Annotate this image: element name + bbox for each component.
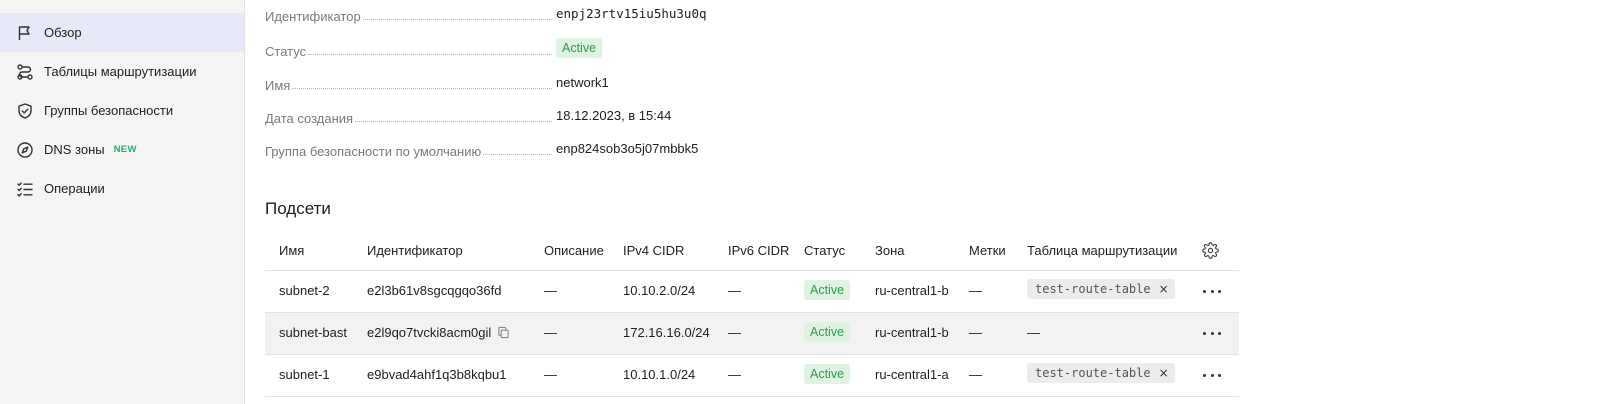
column-header-description[interactable]: Описание xyxy=(544,243,604,258)
cell-description: — xyxy=(544,367,557,382)
list-check-icon xyxy=(16,180,34,198)
sidebar-item-route-tables[interactable]: Таблицы маршрутизации xyxy=(0,52,244,91)
sidebar-item-label: DNS зоны xyxy=(44,142,105,157)
sidebar-item-overview[interactable]: Обзор xyxy=(0,13,244,52)
section-title-subnets: Подсети xyxy=(265,199,331,218)
status-badge: Active xyxy=(804,280,851,300)
more-actions-icon[interactable] xyxy=(1203,368,1221,382)
route-table-tag[interactable]: test-route-table × xyxy=(1027,279,1175,299)
cell-ipv6: — xyxy=(728,325,741,340)
sidebar: Обзор Таблицы маршрутизации Группы безоп… xyxy=(0,0,245,404)
cell-name[interactable]: subnet-1 xyxy=(279,367,330,382)
compass-icon xyxy=(16,141,34,159)
cell-name[interactable]: subnet-2 xyxy=(279,283,330,298)
cell-description: — xyxy=(544,283,557,298)
prop-label: Статус xyxy=(265,44,307,59)
cell-zone: ru-central1-b xyxy=(875,325,949,340)
column-header-route-table[interactable]: Таблица маршрутизации xyxy=(1027,243,1177,258)
cell-ipv4: 172.16.16.0/24 xyxy=(623,325,710,340)
prop-status: Статус xyxy=(265,39,725,59)
created-date-value: 18.12.2023, в 15:44 xyxy=(556,108,672,123)
cell-id: e2l3b61v8sgcqgqo36fd xyxy=(367,283,502,298)
cell-zone: ru-central1-a xyxy=(875,367,949,382)
cell-labels: — xyxy=(969,283,982,298)
table-row[interactable]: subnet-bast e2l9qo7tvcki8acm0gil — 172.1… xyxy=(265,313,1239,355)
new-badge: NEW xyxy=(113,144,137,155)
cell-status: Active xyxy=(804,322,851,342)
more-actions-icon[interactable] xyxy=(1203,284,1221,298)
sidebar-item-operations[interactable]: Операции xyxy=(0,169,244,208)
cell-ipv4: 10.10.1.0/24 xyxy=(623,367,696,382)
copy-icon[interactable] xyxy=(497,326,510,342)
flag-icon xyxy=(16,24,34,42)
prop-label: Имя xyxy=(265,78,291,93)
prop-leader xyxy=(292,88,552,89)
column-header-ipv4[interactable]: IPv4 CIDR xyxy=(623,243,684,258)
sidebar-item-label: Обзор xyxy=(44,25,82,40)
sidebar-item-label: Операции xyxy=(44,181,105,196)
column-header-zone[interactable]: Зона xyxy=(875,243,905,258)
close-icon[interactable]: × xyxy=(1159,282,1169,296)
more-actions-icon[interactable] xyxy=(1203,326,1221,340)
column-header-name[interactable]: Имя xyxy=(279,243,304,258)
status-badge: Active xyxy=(804,364,851,384)
table-header: Имя Идентификатор Описание IPv4 CIDR IPv… xyxy=(265,232,1239,271)
table-row[interactable]: subnet-1 e9bvad4ahf1q3b8kqbu1 — 10.10.1.… xyxy=(265,355,1239,397)
route-table-tag-label: test-route-table xyxy=(1035,282,1151,296)
network-id-value: enpj23rtv15iu5hu3u0q xyxy=(556,6,707,21)
route-table-tag-label: test-route-table xyxy=(1035,366,1151,380)
cell-name[interactable]: subnet-bast xyxy=(279,325,347,340)
status-badge: Active xyxy=(804,322,851,342)
prop-label: Дата создания xyxy=(265,111,354,126)
column-header-ipv6[interactable]: IPv6 CIDR xyxy=(728,243,789,258)
cell-id: e9bvad4ahf1q3b8kqbu1 xyxy=(367,367,507,382)
prop-name: Имя xyxy=(265,73,725,93)
cell-route-table: — xyxy=(1027,325,1040,340)
prop-leader xyxy=(362,19,552,20)
column-header-labels[interactable]: Метки xyxy=(969,243,1006,258)
cell-description: — xyxy=(544,325,557,340)
cell-id-text: e2l9qo7tvcki8acm0gil xyxy=(367,325,492,340)
shield-icon xyxy=(16,102,34,120)
sidebar-item-dns-zones[interactable]: DNS зоны NEW xyxy=(0,130,244,169)
security-group-link[interactable]: enp824sob3o5j07mbbk5 xyxy=(556,141,698,156)
route-icon xyxy=(16,63,34,81)
prop-leader xyxy=(355,121,552,122)
prop-leader xyxy=(483,154,552,155)
cell-labels: — xyxy=(969,367,982,382)
sidebar-item-label: Группы безопасности xyxy=(44,103,174,118)
column-header-status[interactable]: Статус xyxy=(804,243,845,258)
cell-id: e2l9qo7tvcki8acm0gil xyxy=(367,325,510,342)
network-name-value: network1 xyxy=(556,75,609,90)
cell-ipv6: — xyxy=(728,283,741,298)
prop-leader xyxy=(308,54,552,55)
cell-status: Active xyxy=(804,364,851,384)
cell-labels: — xyxy=(969,325,982,340)
status-badge: Active xyxy=(556,38,603,58)
column-header-id[interactable]: Идентификатор xyxy=(367,243,463,258)
prop-label: Группа безопасности по умолчанию xyxy=(265,144,482,159)
status-value: Active xyxy=(556,38,603,58)
cell-zone: ru-central1-b xyxy=(875,283,949,298)
table-row[interactable]: subnet-2 e2l3b61v8sgcqgqo36fd — 10.10.2.… xyxy=(265,271,1239,313)
cell-ipv6: — xyxy=(728,367,741,382)
cell-status: Active xyxy=(804,280,851,300)
prop-label: Идентификатор xyxy=(265,9,361,24)
sidebar-item-label: Таблицы маршрутизации xyxy=(44,64,197,79)
sidebar-item-security-groups[interactable]: Группы безопасности xyxy=(0,91,244,130)
gear-icon[interactable] xyxy=(1202,242,1219,262)
close-icon[interactable]: × xyxy=(1159,366,1169,380)
route-table-tag[interactable]: test-route-table × xyxy=(1027,363,1175,383)
cell-ipv4: 10.10.2.0/24 xyxy=(623,283,696,298)
